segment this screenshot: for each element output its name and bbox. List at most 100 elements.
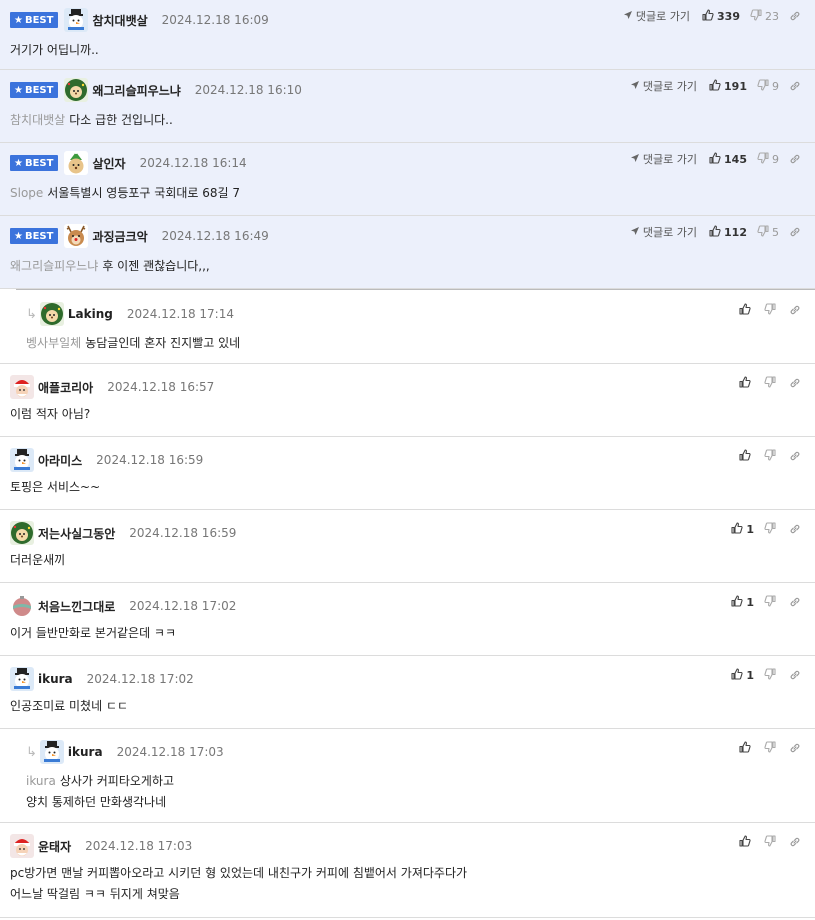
- avatar[interactable]: [10, 594, 34, 618]
- goto-comment-button[interactable]: 댓글로 가기: [630, 224, 697, 240]
- comment-header: ★ BEST 참치대뱃살 2024.12.18 16:09: [10, 8, 269, 32]
- like-button[interactable]: 1: [731, 594, 754, 610]
- goto-comment-button[interactable]: 댓글로 가기: [630, 151, 697, 167]
- like-button[interactable]: [739, 448, 754, 464]
- nickname[interactable]: 아라미스: [38, 452, 82, 469]
- nickname[interactable]: 과징금크악: [92, 228, 147, 245]
- link-icon[interactable]: [789, 153, 801, 165]
- comment-actions: 댓글로 가기 191 9: [630, 78, 801, 94]
- goto-label: 댓글로 가기: [635, 10, 691, 23]
- dislike-button[interactable]: [764, 375, 779, 391]
- nickname[interactable]: 참치대뱃살: [92, 12, 147, 29]
- comment-body: 인공조미료 미쳤네 ㄷㄷ: [10, 696, 128, 717]
- dislike-button[interactable]: 9: [757, 78, 779, 94]
- link-icon[interactable]: [789, 836, 801, 848]
- comment-body: 이거 들반만화로 본거같은데 ㅋㅋ: [10, 623, 176, 644]
- like-button[interactable]: [739, 834, 754, 850]
- dislike-button[interactable]: 5: [757, 224, 779, 240]
- like-button[interactable]: 191: [709, 78, 747, 94]
- comment-date: 2024.12.18 16:09: [161, 13, 269, 27]
- dislike-button[interactable]: 9: [757, 151, 779, 167]
- best-label: BEST: [24, 84, 54, 96]
- link-icon[interactable]: [789, 304, 801, 316]
- thumbs-up-icon: [709, 78, 724, 94]
- nickname[interactable]: 처음느낀그대로: [38, 598, 115, 615]
- mention[interactable]: Slope: [10, 186, 43, 200]
- link-icon[interactable]: [789, 669, 801, 681]
- dislike-button[interactable]: [764, 667, 779, 683]
- nickname[interactable]: ikura: [68, 745, 103, 759]
- mention[interactable]: 참치대뱃살: [10, 113, 65, 127]
- mention[interactable]: 왜그리슬피우느냐: [10, 259, 98, 273]
- dislike-button[interactable]: [764, 521, 779, 537]
- comment: ikura 2024.12.18 17:02 인공조미료 미쳤네 ㄷㄷ 1: [0, 656, 815, 729]
- link-icon[interactable]: [789, 10, 801, 22]
- comment-body: 이럼 적자 아님?: [10, 404, 90, 425]
- comment-line: 거기가 어딥니까..: [10, 40, 99, 61]
- dislike-button[interactable]: [764, 740, 779, 756]
- best-comment: ★ BEST 왜그리슬피우느냐 2024.12.18 16:10 참치대뱃살 다소 급한 …: [0, 70, 815, 143]
- dislike-button[interactable]: [764, 302, 779, 318]
- like-button[interactable]: 112: [709, 224, 747, 240]
- goto-label: 댓글로 가기: [642, 153, 698, 166]
- avatar[interactable]: [64, 8, 89, 32]
- nickname[interactable]: 저는사실그동안: [38, 525, 115, 542]
- nickname[interactable]: ikura: [38, 672, 73, 686]
- like-button[interactable]: [739, 740, 754, 756]
- like-button[interactable]: [739, 302, 754, 318]
- thumbs-down-icon: [757, 78, 772, 94]
- thumbs-down-icon: [757, 151, 772, 167]
- navigate-arrow-icon: [623, 10, 636, 23]
- goto-comment-button[interactable]: 댓글로 가기: [623, 8, 690, 24]
- nickname[interactable]: 애플코리아: [38, 379, 93, 396]
- comment-body: 토핑은 서비스~~: [10, 477, 100, 498]
- link-icon[interactable]: [789, 377, 801, 389]
- best-badge: ★ BEST: [10, 155, 59, 171]
- link-icon[interactable]: [789, 226, 801, 238]
- like-button[interactable]: 1: [731, 667, 754, 683]
- like-button[interactable]: 1: [731, 521, 754, 537]
- nickname[interactable]: Laking: [68, 307, 113, 321]
- avatar[interactable]: [64, 224, 89, 248]
- nickname[interactable]: 왜그리슬피우느냐: [92, 82, 180, 99]
- dislike-button[interactable]: 23: [750, 8, 779, 24]
- like-button[interactable]: [739, 375, 754, 391]
- goto-comment-button[interactable]: 댓글로 가기: [630, 78, 697, 94]
- link-icon[interactable]: [789, 80, 801, 92]
- avatar[interactable]: [10, 448, 34, 472]
- comment-list: ★ BEST 참치대뱃살 2024.12.18 16:09 거기가 어딥니까.. 댓글로 …: [0, 0, 815, 918]
- like-button[interactable]: 339: [702, 8, 740, 24]
- comment-header: ★ BEST 과징금크악 2024.12.18 16:49: [10, 224, 269, 248]
- link-icon[interactable]: [789, 523, 801, 535]
- mention[interactable]: 벵사부일체: [26, 336, 81, 350]
- reply-arrow-icon: ↳: [26, 306, 37, 322]
- comment-text: 토핑은 서비스~~: [10, 480, 101, 494]
- avatar[interactable]: [39, 302, 64, 326]
- comment-text: 농담글인데 혼자 진지빨고 있네: [85, 336, 241, 350]
- navigate-arrow-icon: [630, 80, 643, 93]
- nickname[interactable]: 살인자: [92, 155, 125, 172]
- avatar[interactable]: [64, 78, 89, 102]
- thumbs-down-icon: [764, 302, 779, 318]
- link-icon[interactable]: [789, 450, 801, 462]
- avatar[interactable]: [10, 521, 34, 545]
- avatar[interactable]: [64, 151, 89, 175]
- avatar[interactable]: [10, 667, 34, 691]
- comment-actions: [739, 375, 801, 391]
- nickname[interactable]: 윤태자: [38, 838, 71, 855]
- comment-date: 2024.12.18 17:14: [126, 307, 234, 321]
- dislike-button[interactable]: [764, 834, 779, 850]
- dislike-button[interactable]: [764, 448, 779, 464]
- avatar[interactable]: [39, 740, 64, 764]
- like-button[interactable]: 145: [709, 151, 747, 167]
- comment-text: 서울특별시 영등포구 국회대로 68길 7: [47, 186, 241, 200]
- comment-body: ikura 상사가 커피타오게하고 양치 통제하던 만화생각나네: [26, 771, 174, 813]
- mention[interactable]: ikura: [26, 774, 56, 788]
- avatar[interactable]: [10, 834, 34, 858]
- link-icon[interactable]: [789, 596, 801, 608]
- link-icon[interactable]: [789, 742, 801, 754]
- comment-text: pc방가면 맨날 커피뽑아오라고 시키던 형 있었는데 내친구가 커피에 침뱉어…: [10, 866, 468, 880]
- thumbs-down-icon: [750, 8, 765, 24]
- avatar[interactable]: [10, 375, 34, 399]
- dislike-button[interactable]: [764, 594, 779, 610]
